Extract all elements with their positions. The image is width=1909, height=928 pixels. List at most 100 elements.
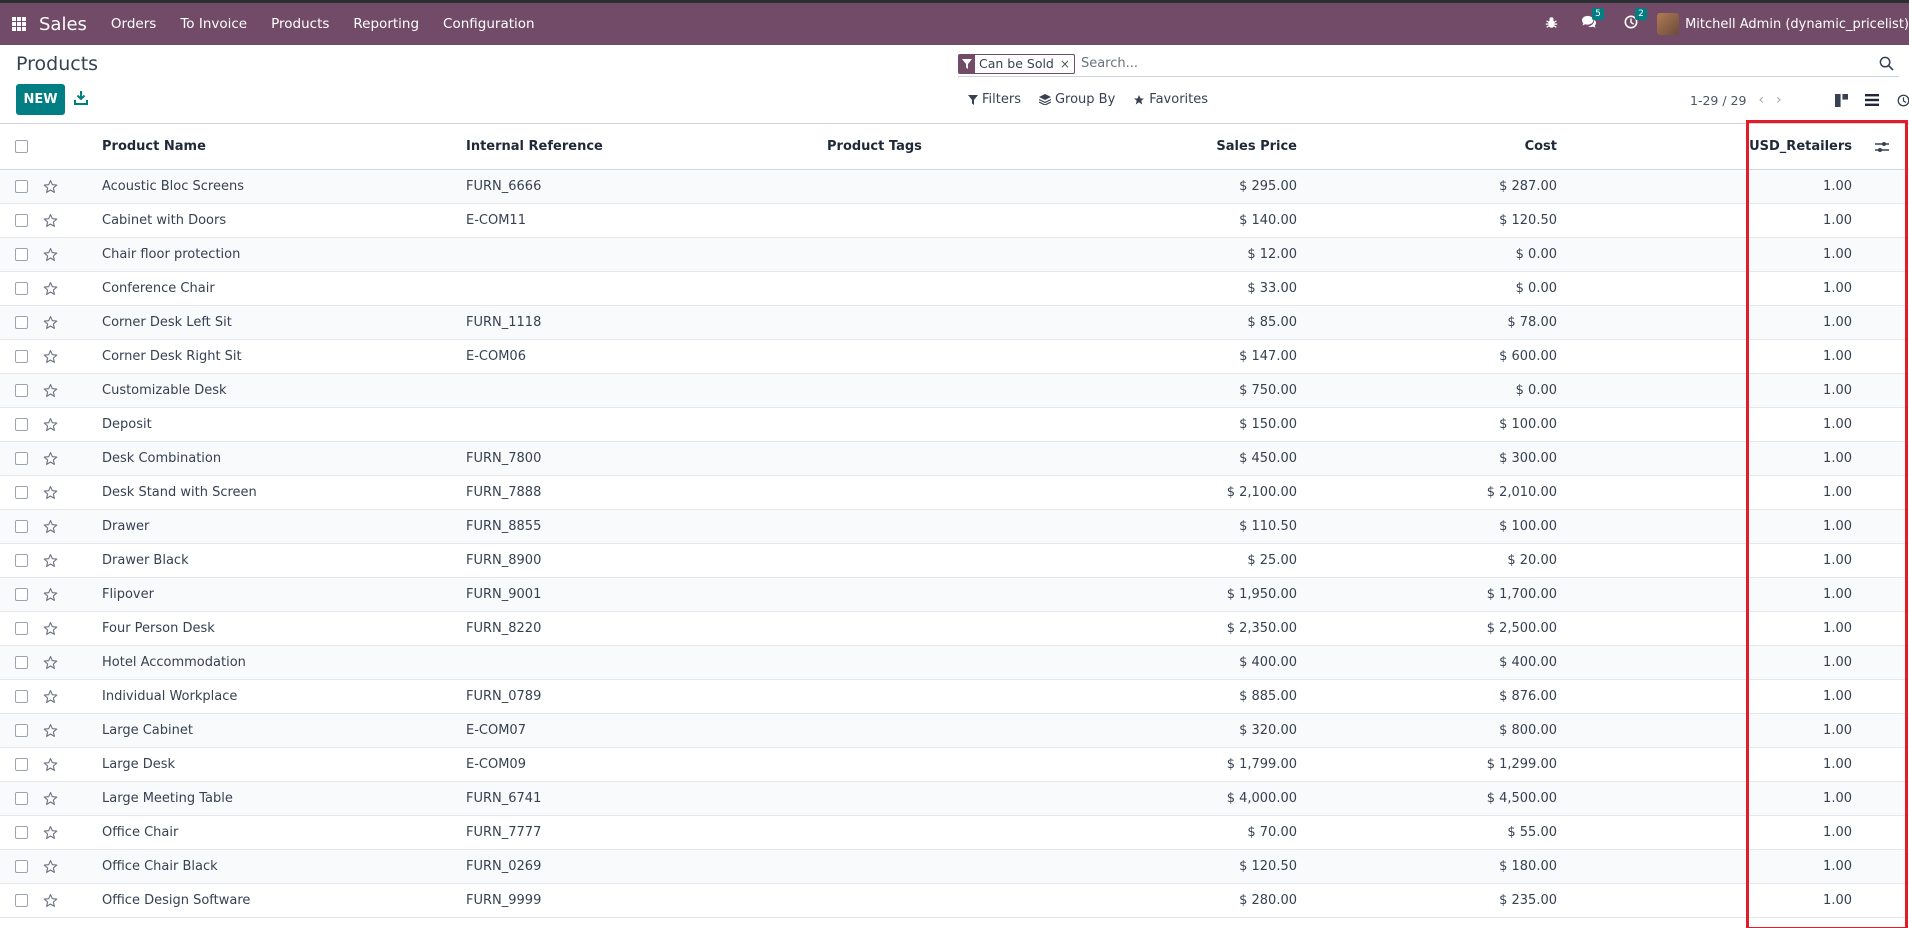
column-cost[interactable]: Cost bbox=[1357, 124, 1557, 169]
kanban-view-icon[interactable] bbox=[1833, 92, 1849, 108]
row-checkbox[interactable] bbox=[15, 272, 29, 305]
user-name[interactable]: Mitchell Admin (dynamic_pricelist) bbox=[1685, 17, 1909, 32]
row-checkbox[interactable] bbox=[15, 578, 29, 611]
group-by-button[interactable]: Group By bbox=[1038, 92, 1115, 107]
row-checkbox[interactable] bbox=[15, 170, 29, 203]
favorite-star-icon[interactable] bbox=[43, 272, 61, 305]
facet-close-icon[interactable]: × bbox=[1058, 55, 1074, 73]
table-row[interactable]: Corner Desk Right Sit E-COM06 $ 147.00 $ 60… bbox=[0, 340, 1909, 374]
favorite-star-icon[interactable] bbox=[43, 782, 61, 815]
download-icon[interactable] bbox=[74, 90, 88, 106]
favorite-star-icon[interactable] bbox=[43, 476, 61, 509]
table-row[interactable]: Large Desk E-COM09 $ 1,799.00 $ 1,299.00 1.0… bbox=[0, 748, 1909, 782]
app-name[interactable]: Sales bbox=[39, 14, 87, 35]
favorite-star-icon[interactable] bbox=[43, 816, 61, 849]
optional-columns-icon[interactable] bbox=[1875, 124, 1893, 169]
table-row[interactable]: Corner Desk Left Sit FURN_1118 $ 85.00 $ 78… bbox=[0, 306, 1909, 340]
new-button[interactable]: NEW bbox=[16, 84, 65, 115]
table-row[interactable]: Office Chair FURN_7777 $ 70.00 $ 55.00 1.00 bbox=[0, 816, 1909, 850]
table-row[interactable]: Individual Workplace FURN_0789 $ 885.00 $ 8… bbox=[0, 680, 1909, 714]
table-row[interactable]: Drawer Black FURN_8900 $ 25.00 $ 20.00 1.00 bbox=[0, 544, 1909, 578]
table-row[interactable]: Office Design Software FURN_9999 $ 280.00 $… bbox=[0, 884, 1909, 918]
pager-value[interactable]: 1-29 / 29 bbox=[1690, 93, 1746, 108]
activities-clock-icon[interactable]: 2 bbox=[1624, 8, 1647, 33]
menu-products[interactable]: Products bbox=[271, 16, 329, 32]
favorite-star-icon[interactable] bbox=[43, 408, 61, 441]
favorite-star-icon[interactable] bbox=[43, 510, 61, 543]
row-checkbox[interactable] bbox=[15, 680, 29, 713]
favorite-star-icon[interactable] bbox=[43, 238, 61, 271]
table-row[interactable]: Chair floor protection $ 12.00 $ 0.00 1.00 bbox=[0, 238, 1909, 272]
favorite-star-icon[interactable] bbox=[43, 204, 61, 237]
favorites-button[interactable]: Favorites bbox=[1133, 92, 1208, 107]
favorite-star-icon[interactable] bbox=[43, 850, 61, 883]
favorite-star-icon[interactable] bbox=[43, 646, 61, 679]
table-row[interactable]: Desk Stand with Screen FURN_7888 $ 2,100.0… bbox=[0, 476, 1909, 510]
favorite-star-icon[interactable] bbox=[43, 442, 61, 475]
favorite-star-icon[interactable] bbox=[43, 578, 61, 611]
table-row[interactable]: Large Cabinet E-COM07 $ 320.00 $ 800.00 1.00 bbox=[0, 714, 1909, 748]
table-row[interactable]: Conference Chair $ 33.00 $ 0.00 1.00 bbox=[0, 272, 1909, 306]
pager-next-icon[interactable]: › bbox=[1776, 92, 1782, 108]
row-checkbox[interactable] bbox=[15, 850, 29, 883]
table-row[interactable]: Large Meeting Table FURN_6741 $ 4,000.00 $ … bbox=[0, 782, 1909, 816]
row-checkbox[interactable] bbox=[15, 612, 29, 645]
row-checkbox[interactable] bbox=[15, 340, 29, 373]
row-checkbox[interactable] bbox=[15, 782, 29, 815]
row-checkbox[interactable] bbox=[15, 204, 29, 237]
search-input[interactable] bbox=[1080, 56, 1879, 71]
table-row[interactable]: Desk Combination FURN_7800 $ 450.00 $ 300.0… bbox=[0, 442, 1909, 476]
select-all-checkbox[interactable] bbox=[15, 124, 29, 169]
list-view-icon[interactable] bbox=[1864, 92, 1880, 108]
favorite-star-icon[interactable] bbox=[43, 170, 61, 203]
search-icon[interactable] bbox=[1879, 56, 1895, 72]
row-checkbox[interactable] bbox=[15, 884, 29, 917]
favorite-star-icon[interactable] bbox=[43, 544, 61, 577]
bug-icon[interactable] bbox=[1545, 16, 1558, 33]
activity-view-icon[interactable] bbox=[1895, 92, 1909, 108]
menu-reporting[interactable]: Reporting bbox=[353, 16, 419, 32]
table-row[interactable]: Flipover FURN_9001 $ 1,950.00 $ 1,700.00 1.0… bbox=[0, 578, 1909, 612]
row-checkbox[interactable] bbox=[15, 442, 29, 475]
filters-button[interactable]: Filters bbox=[968, 92, 1021, 107]
favorite-star-icon[interactable] bbox=[43, 306, 61, 339]
favorite-star-icon[interactable] bbox=[43, 340, 61, 373]
messages-icon[interactable]: 5 bbox=[1581, 8, 1604, 33]
row-checkbox[interactable] bbox=[15, 816, 29, 849]
table-row[interactable]: Acoustic Bloc Screens FURN_6666 $ 295.00 $ … bbox=[0, 170, 1909, 204]
row-checkbox[interactable] bbox=[15, 646, 29, 679]
row-checkbox[interactable] bbox=[15, 306, 29, 339]
row-checkbox[interactable] bbox=[15, 476, 29, 509]
row-checkbox[interactable] bbox=[15, 714, 29, 747]
user-avatar[interactable] bbox=[1657, 13, 1680, 35]
menu-to-invoice[interactable]: To Invoice bbox=[180, 16, 247, 32]
menu-orders[interactable]: Orders bbox=[111, 16, 156, 32]
row-checkbox[interactable] bbox=[15, 374, 29, 407]
row-checkbox[interactable] bbox=[15, 748, 29, 781]
favorite-star-icon[interactable] bbox=[43, 748, 61, 781]
favorite-star-icon[interactable] bbox=[43, 714, 61, 747]
apps-grid-icon[interactable] bbox=[12, 17, 26, 31]
menu-configuration[interactable]: Configuration bbox=[443, 16, 535, 32]
pager-previous-icon[interactable]: ‹ bbox=[1758, 92, 1764, 108]
column-sales-price[interactable]: Sales Price bbox=[1097, 124, 1297, 169]
row-checkbox[interactable] bbox=[15, 544, 29, 577]
favorite-star-icon[interactable] bbox=[43, 884, 61, 917]
search-facet[interactable]: Can be Sold × bbox=[958, 53, 1075, 74]
table-row[interactable]: Deposit $ 150.00 $ 100.00 1.00 bbox=[0, 408, 1909, 442]
column-usd-retailers[interactable]: USD_Retailers bbox=[1650, 124, 1852, 169]
row-checkbox[interactable] bbox=[15, 238, 29, 271]
favorite-star-icon[interactable] bbox=[43, 680, 61, 713]
page-title[interactable]: Products bbox=[16, 53, 98, 75]
table-row[interactable]: Office Chair Black FURN_0269 $ 120.50 $ 180… bbox=[0, 850, 1909, 884]
row-checkbox[interactable] bbox=[15, 408, 29, 441]
table-row[interactable]: Hotel Accommodation $ 400.00 $ 400.00 1.00 bbox=[0, 646, 1909, 680]
table-row[interactable]: Four Person Desk FURN_8220 $ 2,350.00 $ 2,5… bbox=[0, 612, 1909, 646]
column-product-name[interactable]: Product Name bbox=[102, 124, 452, 169]
favorite-star-icon[interactable] bbox=[43, 612, 61, 645]
table-row[interactable]: Drawer FURN_8855 $ 110.50 $ 100.00 1.00 bbox=[0, 510, 1909, 544]
favorite-star-icon[interactable] bbox=[43, 374, 61, 407]
row-checkbox[interactable] bbox=[15, 510, 29, 543]
table-row[interactable]: Customizable Desk $ 750.00 $ 0.00 1.00 bbox=[0, 374, 1909, 408]
table-row[interactable]: Cabinet with Doors E-COM11 $ 140.00 $ 120.5… bbox=[0, 204, 1909, 238]
